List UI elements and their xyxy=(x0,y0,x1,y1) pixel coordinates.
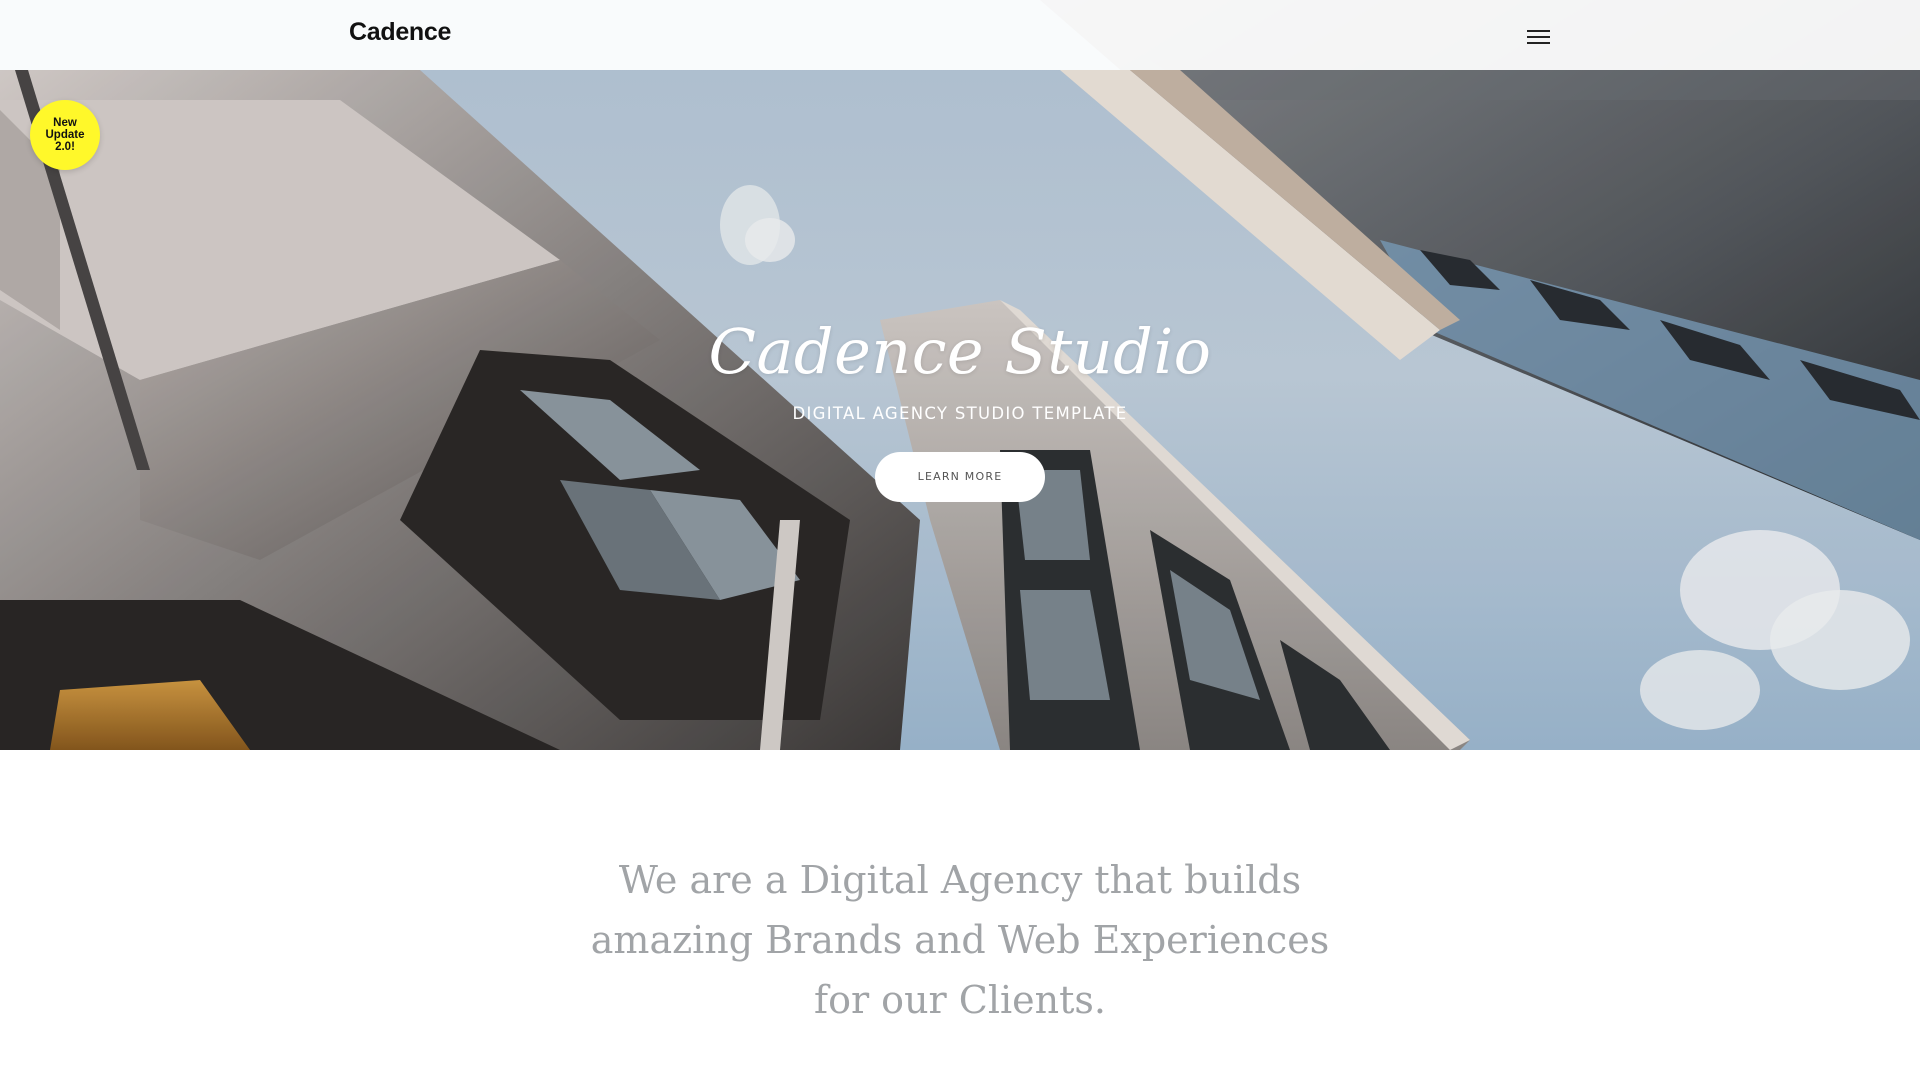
hero-content: Cadence Studio DIGITAL AGENCY STUDIO TEM… xyxy=(0,312,1920,502)
hero-subtitle: DIGITAL AGENCY STUDIO TEMPLATE xyxy=(792,404,1128,423)
hero-section: Cadence Studio DIGITAL AGENCY STUDIO TEM… xyxy=(0,0,1920,750)
badge-line-3: 2.0! xyxy=(55,141,75,153)
intro-text: We are a Digital Agency that builds amaz… xyxy=(590,858,1330,1022)
site-header: Cadence xyxy=(0,0,1920,70)
hero-title: Cadence Studio xyxy=(708,315,1212,388)
badge-line-2: Update xyxy=(45,129,85,141)
learn-more-button[interactable]: LEARN MORE xyxy=(875,452,1045,502)
site-logo[interactable]: Cadence xyxy=(349,18,451,47)
new-update-badge[interactable]: New Update 2.0! xyxy=(30,100,100,170)
badge-line-1: New xyxy=(53,117,77,129)
intro-section: We are a Digital Agency that builds amaz… xyxy=(0,750,1920,1080)
page: Cadence Studio DIGITAL AGENCY STUDIO TEM… xyxy=(0,0,1920,1080)
hamburger-menu-icon[interactable] xyxy=(1524,26,1554,48)
